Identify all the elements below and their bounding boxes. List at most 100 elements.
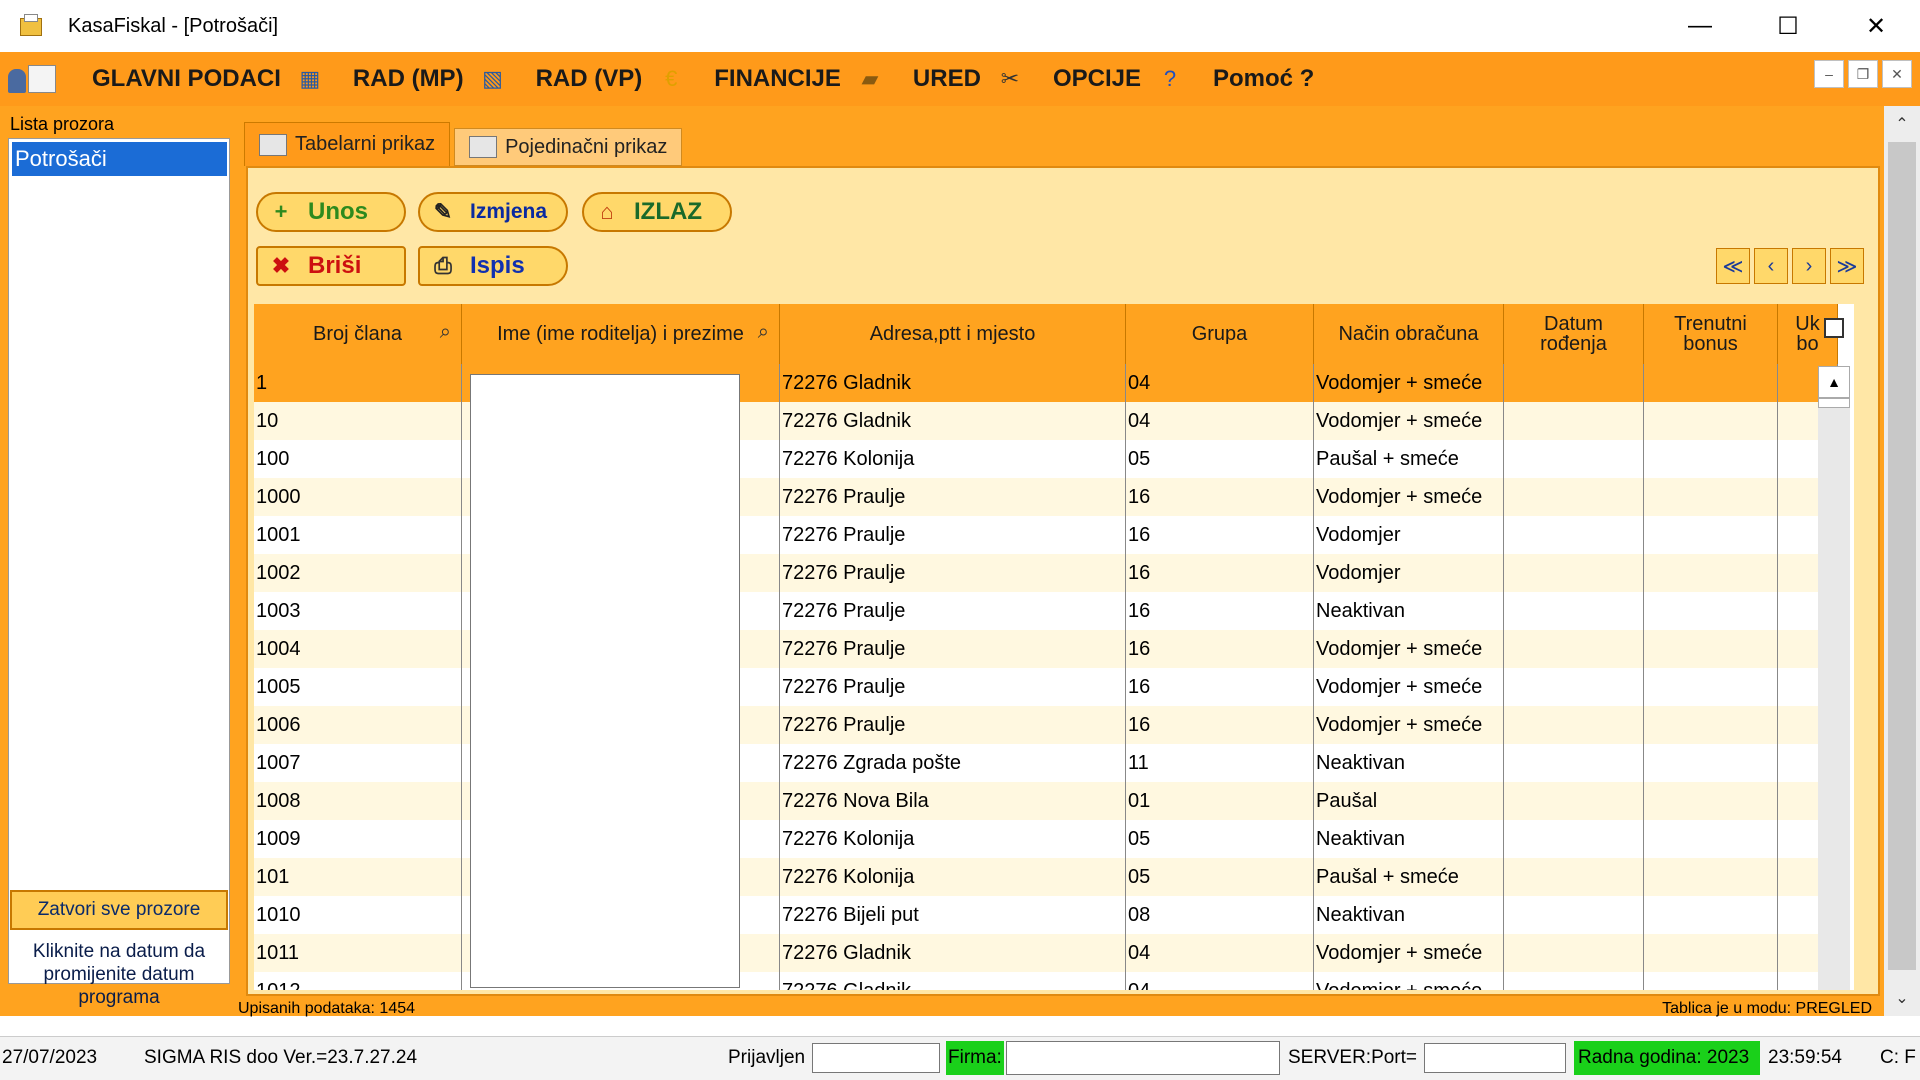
table-cell[interactable] <box>1504 630 1644 668</box>
table-cell[interactable]: Vodomjer + smeće <box>1314 668 1504 706</box>
table-cell[interactable]: 16 <box>1126 668 1314 706</box>
table-cell[interactable]: 1009 <box>254 820 462 858</box>
table-cell[interactable] <box>1644 516 1778 554</box>
menu-item-0[interactable]: GLAVNI PODACI ▦ <box>92 64 325 94</box>
table-cell[interactable] <box>1504 402 1644 440</box>
table-cell[interactable]: 72276 Praulje <box>780 706 1126 744</box>
table-cell[interactable]: 72276 Praulje <box>780 668 1126 706</box>
table-cell[interactable]: 05 <box>1126 858 1314 896</box>
prev-record-button[interactable]: ‹ <box>1754 248 1788 284</box>
column-header-1[interactable]: Ime (ime roditelja) i prezime ⌕ <box>462 304 780 364</box>
table-cell[interactable] <box>1644 592 1778 630</box>
table-cell[interactable]: 10 <box>254 402 462 440</box>
table-cell[interactable] <box>1504 364 1644 402</box>
table-cell[interactable] <box>1644 972 1778 990</box>
first-record-button[interactable]: ≪ <box>1716 248 1750 284</box>
table-cell[interactable]: 72276 Praulje <box>780 516 1126 554</box>
edit-button[interactable]: ✎ Izmjena <box>418 192 568 232</box>
minimize-button[interactable]: — <box>1656 0 1744 52</box>
column-header-6[interactable]: Trenutni bonus <box>1644 304 1778 364</box>
table-cell[interactable]: 72276 Nova Bila <box>780 782 1126 820</box>
table-cell[interactable] <box>1644 934 1778 972</box>
table-cell[interactable]: Neaktivan <box>1314 896 1504 934</box>
tab-single-view[interactable]: Pojedinačni prikaz <box>454 128 683 166</box>
table-cell[interactable]: 72276 Praulje <box>780 554 1126 592</box>
mdi-restore-button[interactable]: ❐ <box>1848 60 1878 88</box>
close-button[interactable]: ✕ <box>1832 0 1920 52</box>
table-cell[interactable]: 05 <box>1126 820 1314 858</box>
table-cell[interactable]: 72276 Zgrada pošte <box>780 744 1126 782</box>
mdi-minimize-button[interactable]: – <box>1814 60 1844 88</box>
table-cell[interactable] <box>1644 478 1778 516</box>
table-cell[interactable]: 1011 <box>254 934 462 972</box>
column-header-4[interactable]: Način obračuna <box>1314 304 1504 364</box>
table-cell[interactable] <box>1504 592 1644 630</box>
table-cell[interactable]: 16 <box>1126 478 1314 516</box>
scroll-up-icon[interactable]: ▲ <box>1818 366 1850 398</box>
menu-item-2[interactable]: RAD (VP) € <box>536 64 687 94</box>
table-cell[interactable] <box>1504 516 1644 554</box>
table-cell[interactable] <box>1504 858 1644 896</box>
table-cell[interactable]: 72276 Praulje <box>780 478 1126 516</box>
window-list-item-potrosaci[interactable]: Potrošači <box>12 142 227 176</box>
table-cell[interactable] <box>1644 440 1778 478</box>
table-cell[interactable] <box>1644 820 1778 858</box>
table-cell[interactable]: Paušal + smeće <box>1314 858 1504 896</box>
table-cell[interactable]: 04 <box>1126 364 1314 402</box>
table-cell[interactable]: 16 <box>1126 592 1314 630</box>
column-chooser-icon[interactable] <box>1824 318 1844 338</box>
table-cell[interactable] <box>1504 896 1644 934</box>
table-cell[interactable] <box>1504 706 1644 744</box>
table-cell[interactable]: 1012 <box>254 972 462 990</box>
table-cell[interactable]: 01 <box>1126 782 1314 820</box>
table-cell[interactable] <box>1504 744 1644 782</box>
main-scrollbar[interactable]: ⌃ ⌄ <box>1884 106 1920 1016</box>
table-cell[interactable]: 1010 <box>254 896 462 934</box>
maximize-button[interactable]: ☐ <box>1744 0 1832 52</box>
table-cell[interactable]: Vodomjer + smeće <box>1314 478 1504 516</box>
table-cell[interactable] <box>1504 478 1644 516</box>
table-cell[interactable] <box>1644 744 1778 782</box>
table-cell[interactable]: 08 <box>1126 896 1314 934</box>
table-cell[interactable]: 1001 <box>254 516 462 554</box>
table-cell[interactable]: Vodomjer + smeće <box>1314 364 1504 402</box>
table-cell[interactable]: 72276 Gladnik <box>780 402 1126 440</box>
table-cell[interactable]: Vodomjer <box>1314 516 1504 554</box>
table-cell[interactable]: 05 <box>1126 440 1314 478</box>
table-cell[interactable]: 101 <box>254 858 462 896</box>
table-cell[interactable] <box>1644 554 1778 592</box>
main-scroll-thumb[interactable] <box>1888 142 1916 970</box>
exit-button[interactable]: ⌂ IZLAZ <box>582 192 732 232</box>
table-cell[interactable]: 100 <box>254 440 462 478</box>
table-cell[interactable]: 1006 <box>254 706 462 744</box>
table-cell[interactable]: 16 <box>1126 554 1314 592</box>
table-cell[interactable] <box>1644 896 1778 934</box>
table-cell[interactable]: Vodomjer + smeće <box>1314 630 1504 668</box>
table-cell[interactable] <box>1644 402 1778 440</box>
table-cell[interactable]: 04 <box>1126 402 1314 440</box>
table-cell[interactable]: 04 <box>1126 972 1314 990</box>
table-cell[interactable]: 1008 <box>254 782 462 820</box>
scroll-thumb[interactable] <box>1818 398 1850 408</box>
table-cell[interactable]: 1007 <box>254 744 462 782</box>
grid-scrollbar[interactable]: ▲ <box>1818 366 1850 990</box>
table-cell[interactable] <box>1644 858 1778 896</box>
table-cell[interactable]: 1004 <box>254 630 462 668</box>
menu-item-5[interactable]: OPCIJE? <box>1053 64 1185 94</box>
column-header-2[interactable]: Adresa,ptt i mjesto <box>780 304 1126 364</box>
menu-item-6[interactable]: Pomoć ? <box>1213 65 1314 93</box>
table-cell[interactable] <box>1504 668 1644 706</box>
chevron-down-icon[interactable]: ⌄ <box>1884 980 1920 1016</box>
next-record-button[interactable]: › <box>1792 248 1826 284</box>
delete-button[interactable]: ✖ Briši <box>256 246 406 286</box>
table-cell[interactable] <box>1504 440 1644 478</box>
table-cell[interactable] <box>1504 820 1644 858</box>
table-cell[interactable]: Vodomjer + smeće <box>1314 934 1504 972</box>
close-all-windows-button[interactable]: Zatvori sve prozore <box>10 890 228 930</box>
menu-item-4[interactable]: URED ✂ <box>913 64 1025 94</box>
program-date[interactable]: 27/07/2023 <box>2 1047 97 1069</box>
tab-table-view[interactable]: Tabelarni prikaz <box>244 122 451 166</box>
table-cell[interactable]: Vodomjer + smeće <box>1314 972 1504 990</box>
table-cell[interactable] <box>1644 706 1778 744</box>
column-header-3[interactable]: Grupa <box>1126 304 1314 364</box>
